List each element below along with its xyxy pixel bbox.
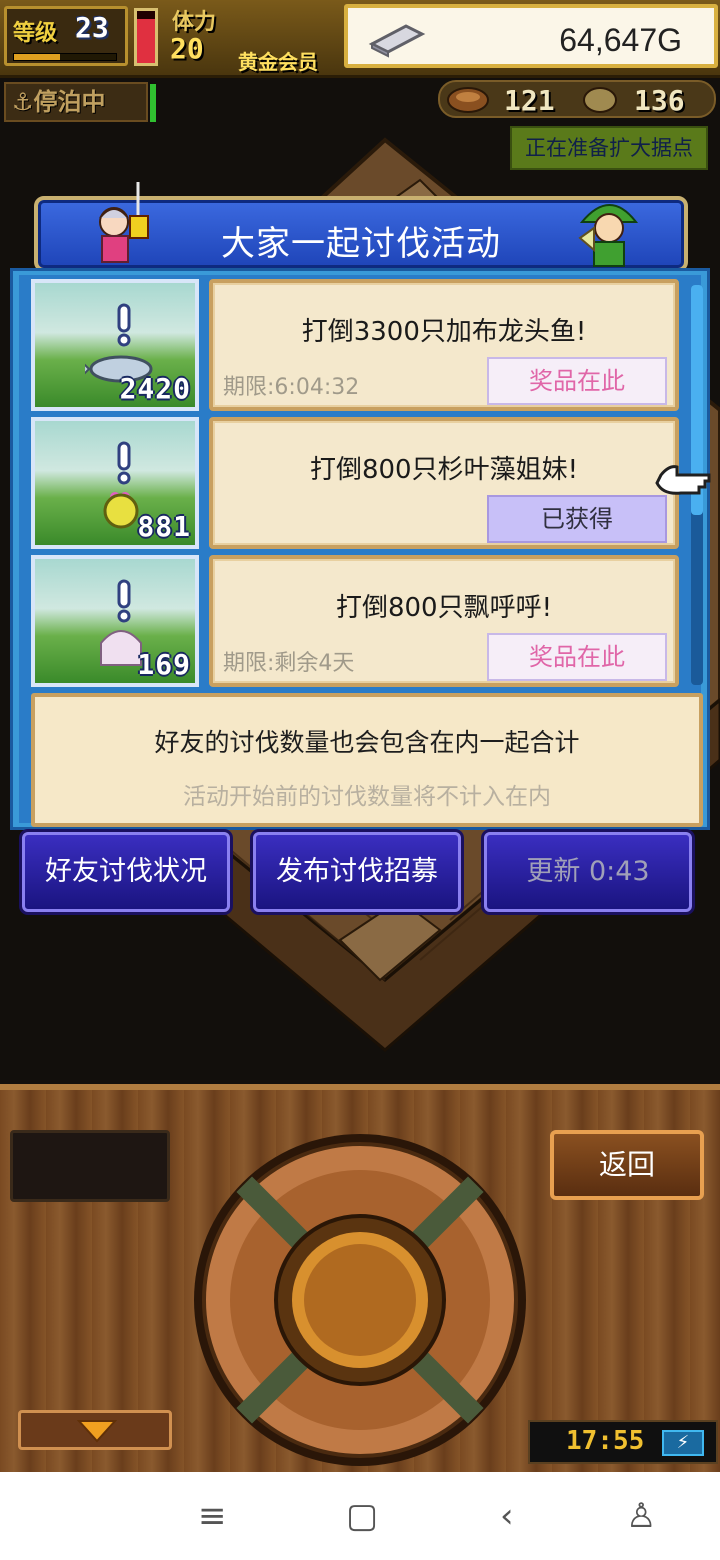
event-panel: 2420 打倒3300只加布龙头鱼! 期限:6:04:32 奖品在此 881 打… xyxy=(10,268,711,830)
down-arrow-button[interactable] xyxy=(18,1410,172,1450)
back-button[interactable]: 返回 xyxy=(550,1130,704,1200)
clock-box: 17:55 ⚡ xyxy=(528,1420,718,1464)
refresh-button[interactable]: 更新 0:43 xyxy=(484,832,692,912)
member-badge: 黄金会员 xyxy=(238,50,318,74)
quest-deadline: 期限:6:04:32 xyxy=(223,375,360,400)
menu-icon[interactable]: ≡ xyxy=(198,1496,227,1536)
food-icon xyxy=(447,87,489,113)
clock-time: 17:55 xyxy=(566,1426,645,1456)
quest-card: 打倒800只飘呼呼! 期限:剩余4天 奖品在此 xyxy=(209,555,679,687)
resource-a-value: 121 xyxy=(504,84,555,117)
claim-prize-button[interactable]: 奖品在此 xyxy=(487,357,667,405)
expand-notice[interactable]: 正在准备扩大据点 xyxy=(510,126,708,170)
hp-gauge-fill xyxy=(137,18,155,63)
quest-row[interactable]: 2420 打倒3300只加布龙头鱼! 期限:6:04:32 奖品在此 xyxy=(31,279,679,413)
post-recruit-button[interactable]: 发布讨伐招募 xyxy=(253,832,461,912)
quest-thumbnail: 169 xyxy=(31,555,199,687)
level-progress-fill xyxy=(14,54,60,60)
quest-kill-count: 881 xyxy=(137,510,191,543)
claim-prize-button[interactable]: 奖品在此 xyxy=(487,633,667,681)
quest-deadline: 期限:剩余4天 xyxy=(223,651,355,676)
game-screen: 等级 23 体力 20 黄金会员 64,647G ⚓停泊中 121 136 正在… xyxy=(0,0,720,1472)
notice-main-text: 好友的讨伐数量也会包含在内一起合计 xyxy=(154,728,580,757)
home-icon[interactable]: ▢ xyxy=(346,1496,378,1536)
quest-row[interactable]: 169 打倒800只飘呼呼! 期限:剩余4天 奖品在此 xyxy=(31,555,679,689)
level-label: 等级 xyxy=(13,21,58,46)
directional-pad[interactable] xyxy=(190,1130,530,1470)
gold-value: 64,647G xyxy=(559,22,682,58)
quest-title: 打倒800只飘呼呼! xyxy=(335,593,553,623)
pointer-hand-icon xyxy=(655,465,711,495)
notice-sub-text: 活动开始前的讨伐数量将不计入在内 xyxy=(183,784,551,810)
quest-card: 打倒3300只加布龙头鱼! 期限:6:04:32 奖品在此 xyxy=(209,279,679,411)
level-value: 23 xyxy=(75,11,109,44)
docked-indicator xyxy=(150,84,156,122)
claimed-button[interactable]: 已获得 xyxy=(487,495,667,543)
anchor-icon: ⚓ xyxy=(12,88,34,116)
quest-card: 打倒800只杉叶藻姐妹! 已获得 xyxy=(209,417,679,549)
event-panel-header: 大家一起讨伐活动 xyxy=(34,182,688,272)
coin-icon xyxy=(583,87,617,113)
quest-title: 打倒3300只加布龙头鱼! xyxy=(301,317,587,347)
accessibility-icon[interactable]: ♙ xyxy=(626,1496,656,1536)
quest-thumbnail: 881 xyxy=(31,417,199,549)
system-nav-bar: ≡ ▢ ‹ ♙ xyxy=(0,1472,720,1560)
docked-label: 停泊中 xyxy=(33,88,106,116)
docked-status: ⚓停泊中 xyxy=(4,82,148,122)
event-panel-inner: 2420 打倒3300只加布龙头鱼! 期限:6:04:32 奖品在此 881 打… xyxy=(19,275,711,827)
empty-slot xyxy=(10,1130,170,1202)
gold-box: 64,647G xyxy=(344,4,718,68)
hp-gauge xyxy=(134,8,158,66)
resource-b-value: 136 xyxy=(634,84,685,117)
quest-kill-count: 169 xyxy=(137,648,191,681)
resource-box: 121 136 xyxy=(438,80,716,118)
down-arrow-icon xyxy=(77,1420,117,1443)
elf-character-icon xyxy=(578,204,639,267)
level-box: 等级 23 xyxy=(4,6,128,66)
back-icon[interactable]: ‹ xyxy=(500,1496,514,1536)
quest-row[interactable]: 881 打倒800只杉叶藻姐妹! 已获得 xyxy=(31,417,679,551)
battery-icon: ⚡ xyxy=(662,1430,704,1456)
quest-title: 打倒800只杉叶藻姐妹! xyxy=(309,455,579,485)
event-notice: 好友的讨伐数量也会包含在内一起合计 活动开始前的讨伐数量将不计入在内 xyxy=(31,693,703,827)
top-hud: 等级 23 体力 20 黄金会员 64,647G xyxy=(0,0,720,78)
stamina-value: 20 xyxy=(170,32,204,65)
quest-thumbnail: 2420 xyxy=(31,279,199,411)
friends-status-button[interactable]: 好友讨伐状况 xyxy=(22,832,230,912)
quest-kill-count: 2420 xyxy=(119,372,191,405)
silver-bar-icon xyxy=(368,24,426,58)
level-progress-bar xyxy=(13,53,117,61)
